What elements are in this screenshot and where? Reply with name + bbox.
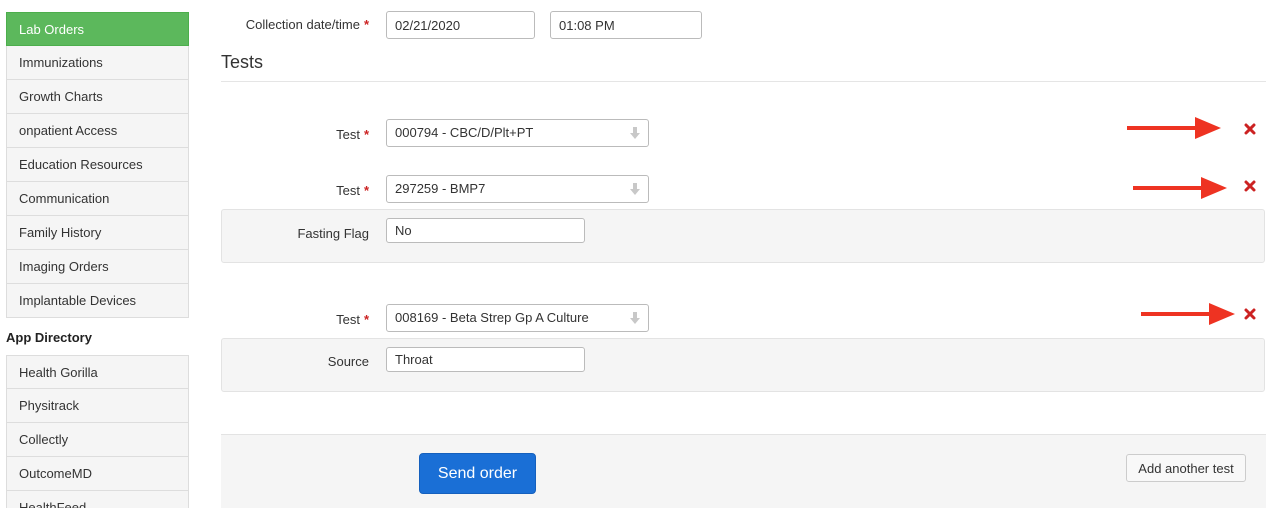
app-item-health-gorilla[interactable]: Health Gorilla bbox=[6, 355, 189, 389]
required-mark: * bbox=[363, 127, 369, 142]
source-input[interactable] bbox=[386, 347, 585, 372]
test-label-text: Test bbox=[336, 312, 360, 327]
sidebar-item-immunizations[interactable]: Immunizations bbox=[6, 46, 189, 80]
sidebar-item-implantable-devices[interactable]: Implantable Devices bbox=[6, 284, 189, 318]
test-2-value: 297259 - BMP7 bbox=[395, 181, 486, 196]
fasting-flag-input[interactable] bbox=[386, 218, 585, 243]
sidebar-item-communication[interactable]: Communication bbox=[6, 182, 189, 216]
required-mark: * bbox=[363, 312, 369, 327]
test-3-value: 008169 - Beta Strep Gp A Culture bbox=[395, 310, 589, 325]
fasting-flag-panel bbox=[221, 209, 1265, 263]
red-arrow-annotation bbox=[1141, 303, 1235, 325]
test-2-label: Test * bbox=[336, 183, 369, 198]
collection-time-input[interactable] bbox=[550, 11, 702, 39]
required-mark: * bbox=[363, 17, 369, 32]
remove-test-1-icon[interactable] bbox=[1243, 122, 1257, 136]
sidebar-item-growth-charts[interactable]: Growth Charts bbox=[6, 80, 189, 114]
remove-test-3-icon[interactable] bbox=[1243, 307, 1257, 321]
red-arrow-annotation bbox=[1133, 177, 1227, 199]
sidebar-item-family-history[interactable]: Family History bbox=[6, 216, 189, 250]
form-footer: Send order Add another test bbox=[221, 434, 1266, 508]
test-2-select[interactable]: 297259 - BMP7 bbox=[386, 175, 649, 203]
test-1-select[interactable]: 000794 - CBC/D/Plt+PT bbox=[386, 119, 649, 147]
source-panel bbox=[221, 338, 1265, 392]
sidebar-nav: Lab Orders Immunizations Growth Charts o… bbox=[6, 12, 189, 318]
test-label-text: Test bbox=[336, 183, 360, 198]
sidebar-item-lab-orders[interactable]: Lab Orders bbox=[6, 12, 189, 46]
collection-date-input[interactable] bbox=[386, 11, 535, 39]
source-label: Source bbox=[327, 354, 369, 369]
test-3-label: Test * bbox=[336, 312, 369, 327]
test-3-select[interactable]: 008169 - Beta Strep Gp A Culture bbox=[386, 304, 649, 332]
red-arrow-annotation bbox=[1127, 117, 1221, 139]
sidebar-item-onpatient-access[interactable]: onpatient Access bbox=[6, 114, 189, 148]
select-arrow-icon bbox=[630, 312, 640, 324]
app-directory-header: App Directory bbox=[6, 330, 92, 345]
required-mark: * bbox=[363, 183, 369, 198]
sidebar-item-imaging-orders[interactable]: Imaging Orders bbox=[6, 250, 189, 284]
fasting-flag-label: Fasting Flag bbox=[297, 226, 369, 241]
app-item-physitrack[interactable]: Physitrack bbox=[6, 389, 189, 423]
test-1-label: Test * bbox=[336, 127, 369, 142]
select-arrow-icon bbox=[630, 183, 640, 195]
send-order-button[interactable]: Send order bbox=[419, 453, 536, 494]
app-item-outcomemd[interactable]: OutcomeMD bbox=[6, 457, 189, 491]
select-arrow-icon bbox=[630, 127, 640, 139]
app-item-collectly[interactable]: Collectly bbox=[6, 423, 189, 457]
remove-test-2-icon[interactable] bbox=[1243, 179, 1257, 193]
sidebar-item-education-resources[interactable]: Education Resources bbox=[6, 148, 189, 182]
lab-order-form: Collection date/time* Tests Test* 000794… bbox=[189, 0, 1266, 508]
tests-divider bbox=[221, 81, 1266, 82]
test-label-text: Test bbox=[336, 127, 360, 142]
app-item-healthfeed[interactable]: HealthFeed bbox=[6, 491, 189, 508]
add-another-test-button[interactable]: Add another test bbox=[1126, 454, 1246, 482]
sidebar: Lab Orders Immunizations Growth Charts o… bbox=[0, 0, 189, 508]
app-directory-list: Health Gorilla Physitrack Collectly Outc… bbox=[6, 355, 189, 508]
tests-heading: Tests bbox=[221, 52, 264, 72]
test-1-value: 000794 - CBC/D/Plt+PT bbox=[395, 125, 534, 140]
collection-datetime-label: Collection date/time * bbox=[246, 17, 369, 32]
collection-datetime-label-text: Collection date/time bbox=[245, 17, 360, 32]
